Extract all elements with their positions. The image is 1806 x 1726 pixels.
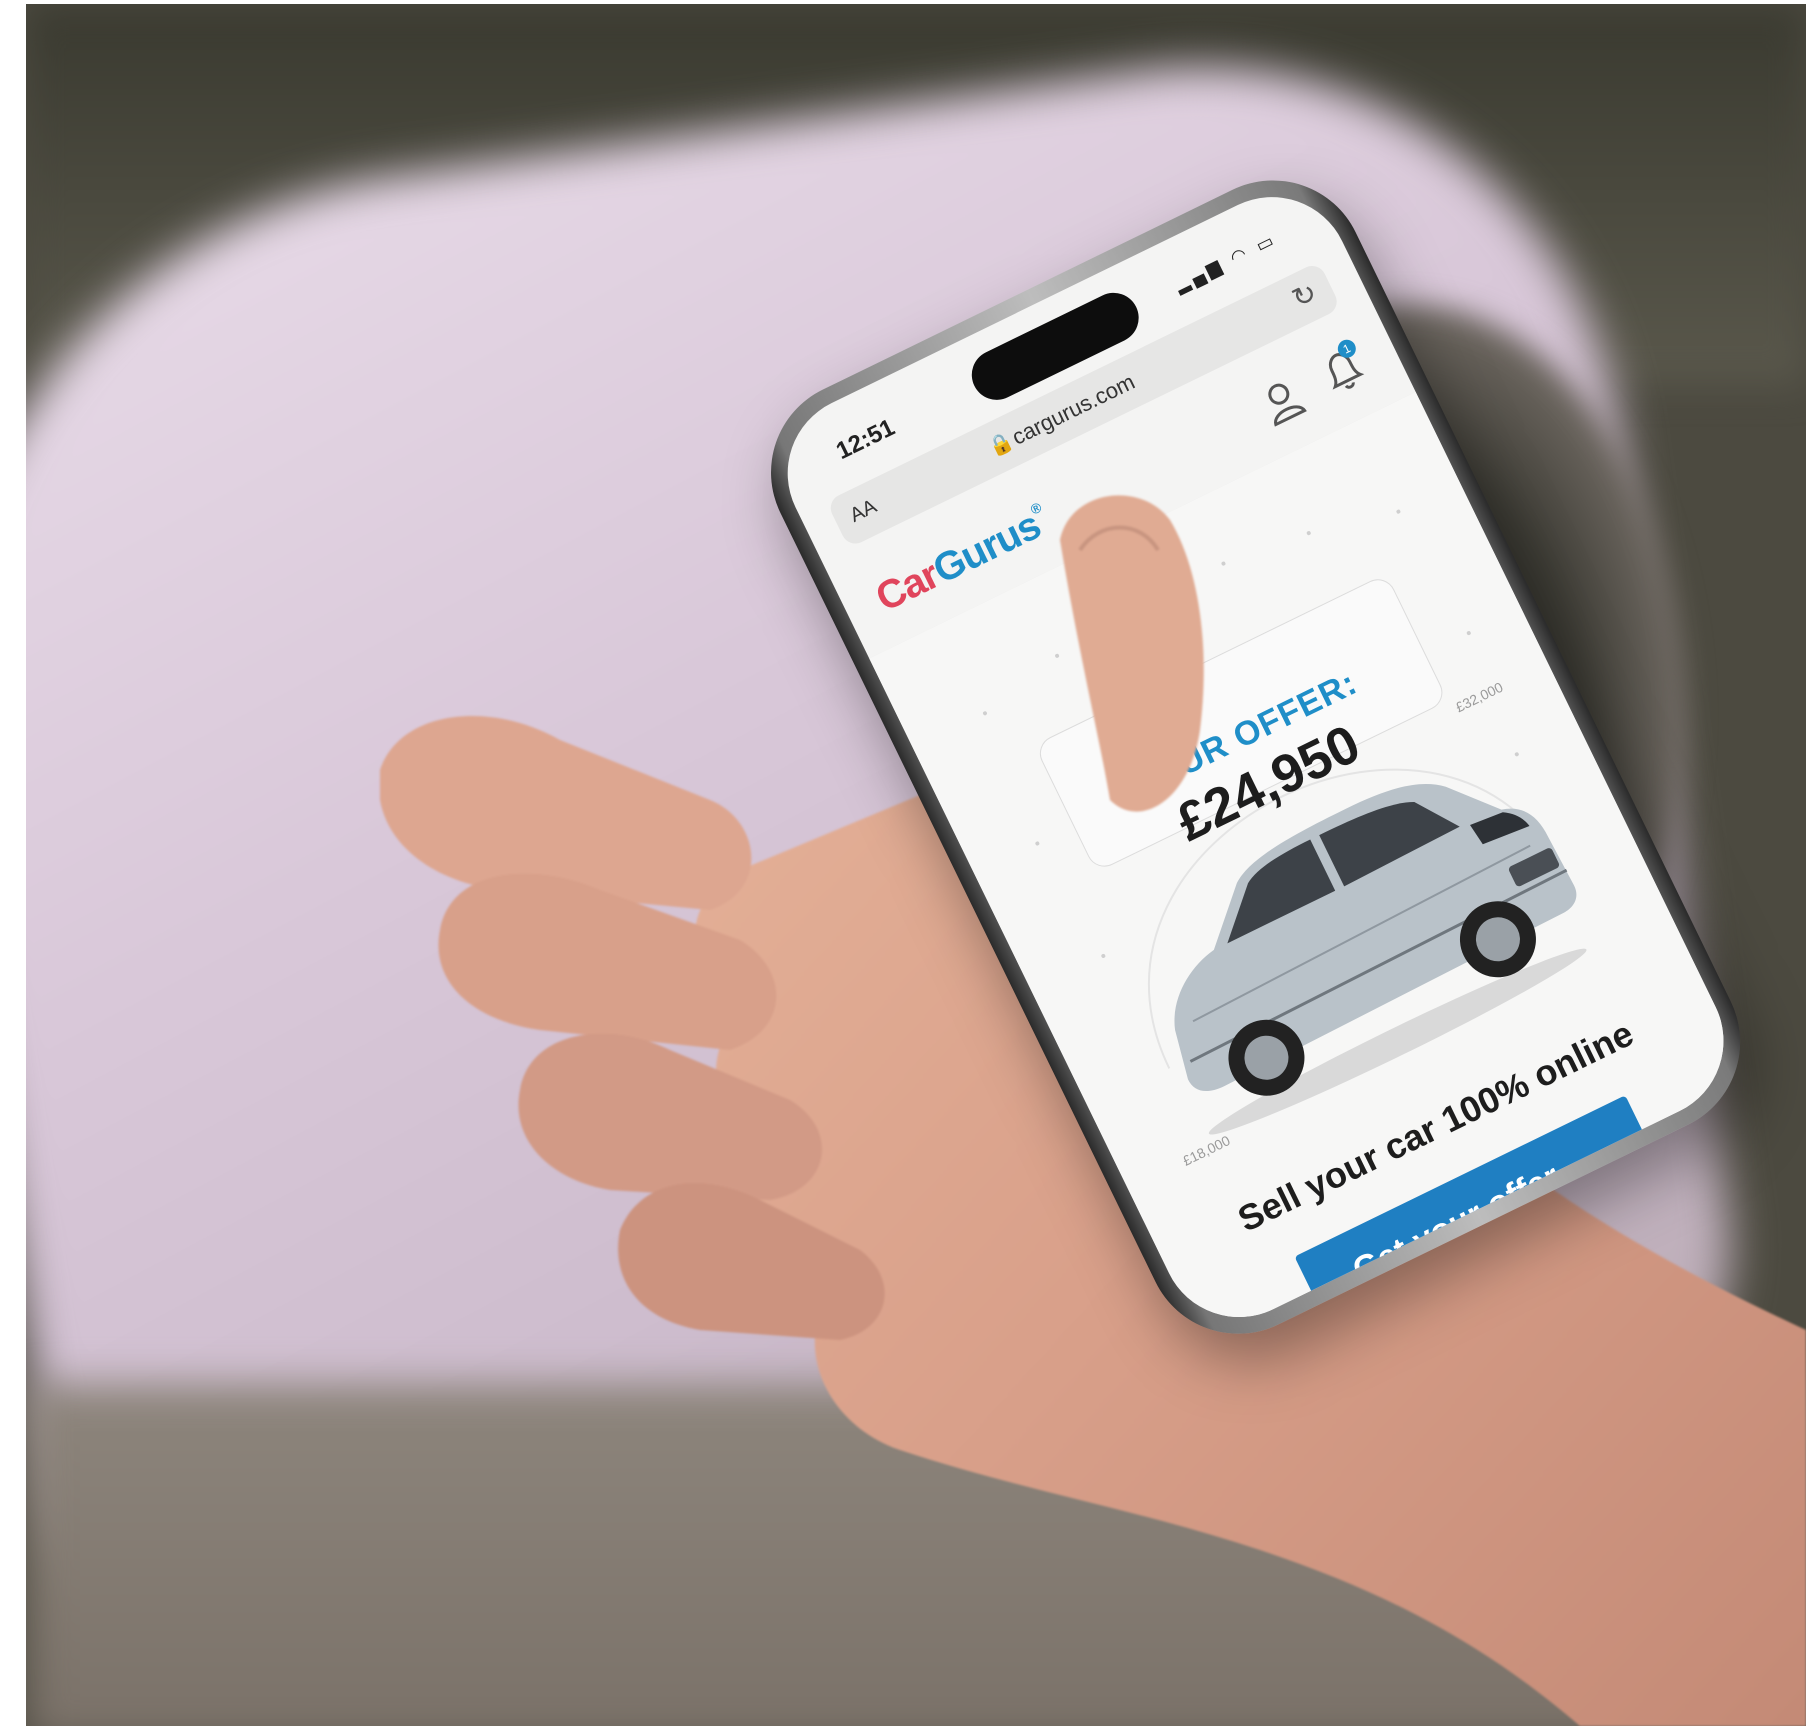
photo-scene: 12:51 ▂▄▆ ◠ ▭ AA 🔒 cargurus.com ↻ CarGur… (0, 0, 1806, 1726)
frame-left (0, 0, 26, 1726)
reload-icon[interactable]: ↻ (1287, 275, 1323, 315)
signal-wifi-battery-icon: ▂▄▆ ◠ ▭ (1171, 228, 1281, 296)
user-account-icon[interactable] (1253, 372, 1312, 431)
thumb-overlay (1060, 495, 1204, 812)
frame-top (0, 0, 1806, 4)
text-size-button[interactable]: AA (847, 495, 881, 527)
notifications-bell-icon[interactable]: 1 (1313, 336, 1374, 402)
logo-gurus-text: Gurus (926, 503, 1048, 593)
status-time: 12:51 (832, 413, 900, 466)
